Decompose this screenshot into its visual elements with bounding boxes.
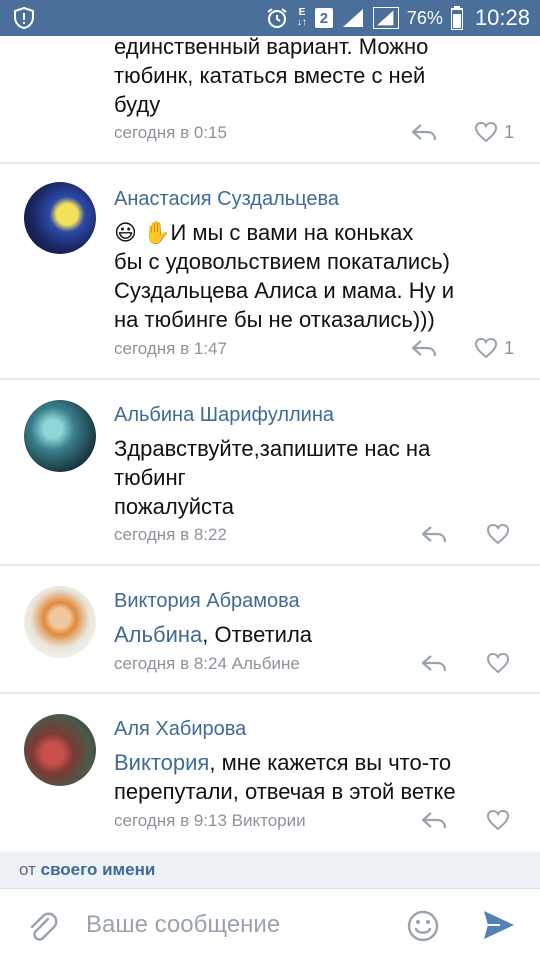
like-button[interactable]: 1: [474, 121, 514, 143]
comment-time: сегодня в 9:13 Виктории: [114, 811, 306, 830]
smile-icon[interactable]: [406, 909, 440, 943]
comment-text: 😃 ✋И мы с вами на коньках бы с удовольст…: [114, 220, 455, 332]
avatar[interactable]: [24, 714, 96, 786]
like-button[interactable]: [486, 652, 510, 674]
clock: 10:28: [474, 5, 530, 30]
like-button[interactable]: [486, 523, 510, 545]
comment-time: сегодня в 0:15: [114, 123, 227, 142]
post-as-bar: от своего имени: [0, 852, 540, 888]
comment-text: Виктория, мне кажется вы что-то перепута…: [114, 750, 456, 804]
comment-item: Альбина Шарифуллина Здравствуйте,запишит…: [0, 380, 540, 566]
reply-icon[interactable]: [411, 338, 437, 358]
author-name[interactable]: Аля Хабирова: [114, 718, 246, 741]
post-as-prefix: от: [19, 860, 36, 879]
comment-text: Альбина, Ответила: [114, 622, 313, 647]
reply-icon[interactable]: [421, 524, 447, 544]
mention-link[interactable]: Альбина: [114, 622, 202, 647]
like-count: 1: [504, 121, 515, 142]
comment-item: Аля Хабирова Виктория, мне кажется вы чт…: [0, 694, 540, 852]
heart-icon: [486, 523, 510, 545]
paperclip-icon[interactable]: [24, 909, 58, 943]
comment-time: сегодня в 8:22: [114, 525, 227, 544]
reply-icon[interactable]: [421, 810, 447, 830]
comment-item: Виктория Абрамова Альбина, Ответила сего…: [0, 566, 540, 694]
send-icon[interactable]: [482, 909, 516, 941]
like-count: 1: [504, 337, 515, 358]
reply-icon[interactable]: [421, 653, 447, 673]
reply-icon[interactable]: [411, 122, 437, 142]
heart-icon: [486, 809, 510, 831]
comment-feed[interactable]: единственный вариант. Можно тюбинк, ката…: [0, 36, 540, 852]
emoji: 😃 ✋: [114, 220, 171, 245]
post-as-link[interactable]: своего имени: [41, 860, 156, 879]
mention-link[interactable]: Виктория: [114, 750, 209, 775]
comment-time: сегодня в 1:47: [114, 339, 227, 358]
author-name[interactable]: Анастасия Суздальцева: [114, 188, 339, 211]
avatar[interactable]: [24, 586, 96, 658]
author-name[interactable]: Альбина Шарифуллина: [114, 404, 334, 427]
author-name[interactable]: Виктория Абрамова: [114, 590, 300, 613]
signal-icon: [372, 7, 399, 29]
status-bar: E ↓↑ 2 76% 10:28: [0, 0, 540, 36]
battery-percent: 76%: [406, 7, 443, 28]
message-composer: Ваше сообщение: [0, 888, 540, 960]
like-button[interactable]: [486, 809, 510, 831]
comment-item: Анастасия Суздальцева 😃 ✋И мы с вами на …: [0, 164, 540, 380]
heart-icon: [486, 652, 510, 674]
sim-badge: 2: [314, 8, 333, 28]
alarm-icon: [267, 8, 287, 28]
heart-icon: [474, 337, 498, 359]
network-type: E ↓↑: [296, 7, 307, 28]
heart-icon: [474, 121, 498, 143]
comment-text: Здравствуйте,запишите нас на тюбинг пожа…: [114, 436, 431, 519]
like-button[interactable]: 1: [474, 337, 514, 359]
message-input[interactable]: Ваше сообщение: [86, 911, 280, 939]
avatar[interactable]: [24, 400, 96, 472]
comment-text: единственный вариант. Можно тюбинк, ката…: [114, 36, 429, 117]
shield-alert-icon: [14, 6, 34, 30]
comment-time: сегодня в 8:24 Альбине: [114, 654, 300, 673]
signal-icon: [342, 9, 363, 27]
battery-icon: [450, 6, 463, 30]
avatar[interactable]: [24, 182, 96, 254]
comment-item: единственный вариант. Можно тюбинк, ката…: [0, 36, 540, 164]
